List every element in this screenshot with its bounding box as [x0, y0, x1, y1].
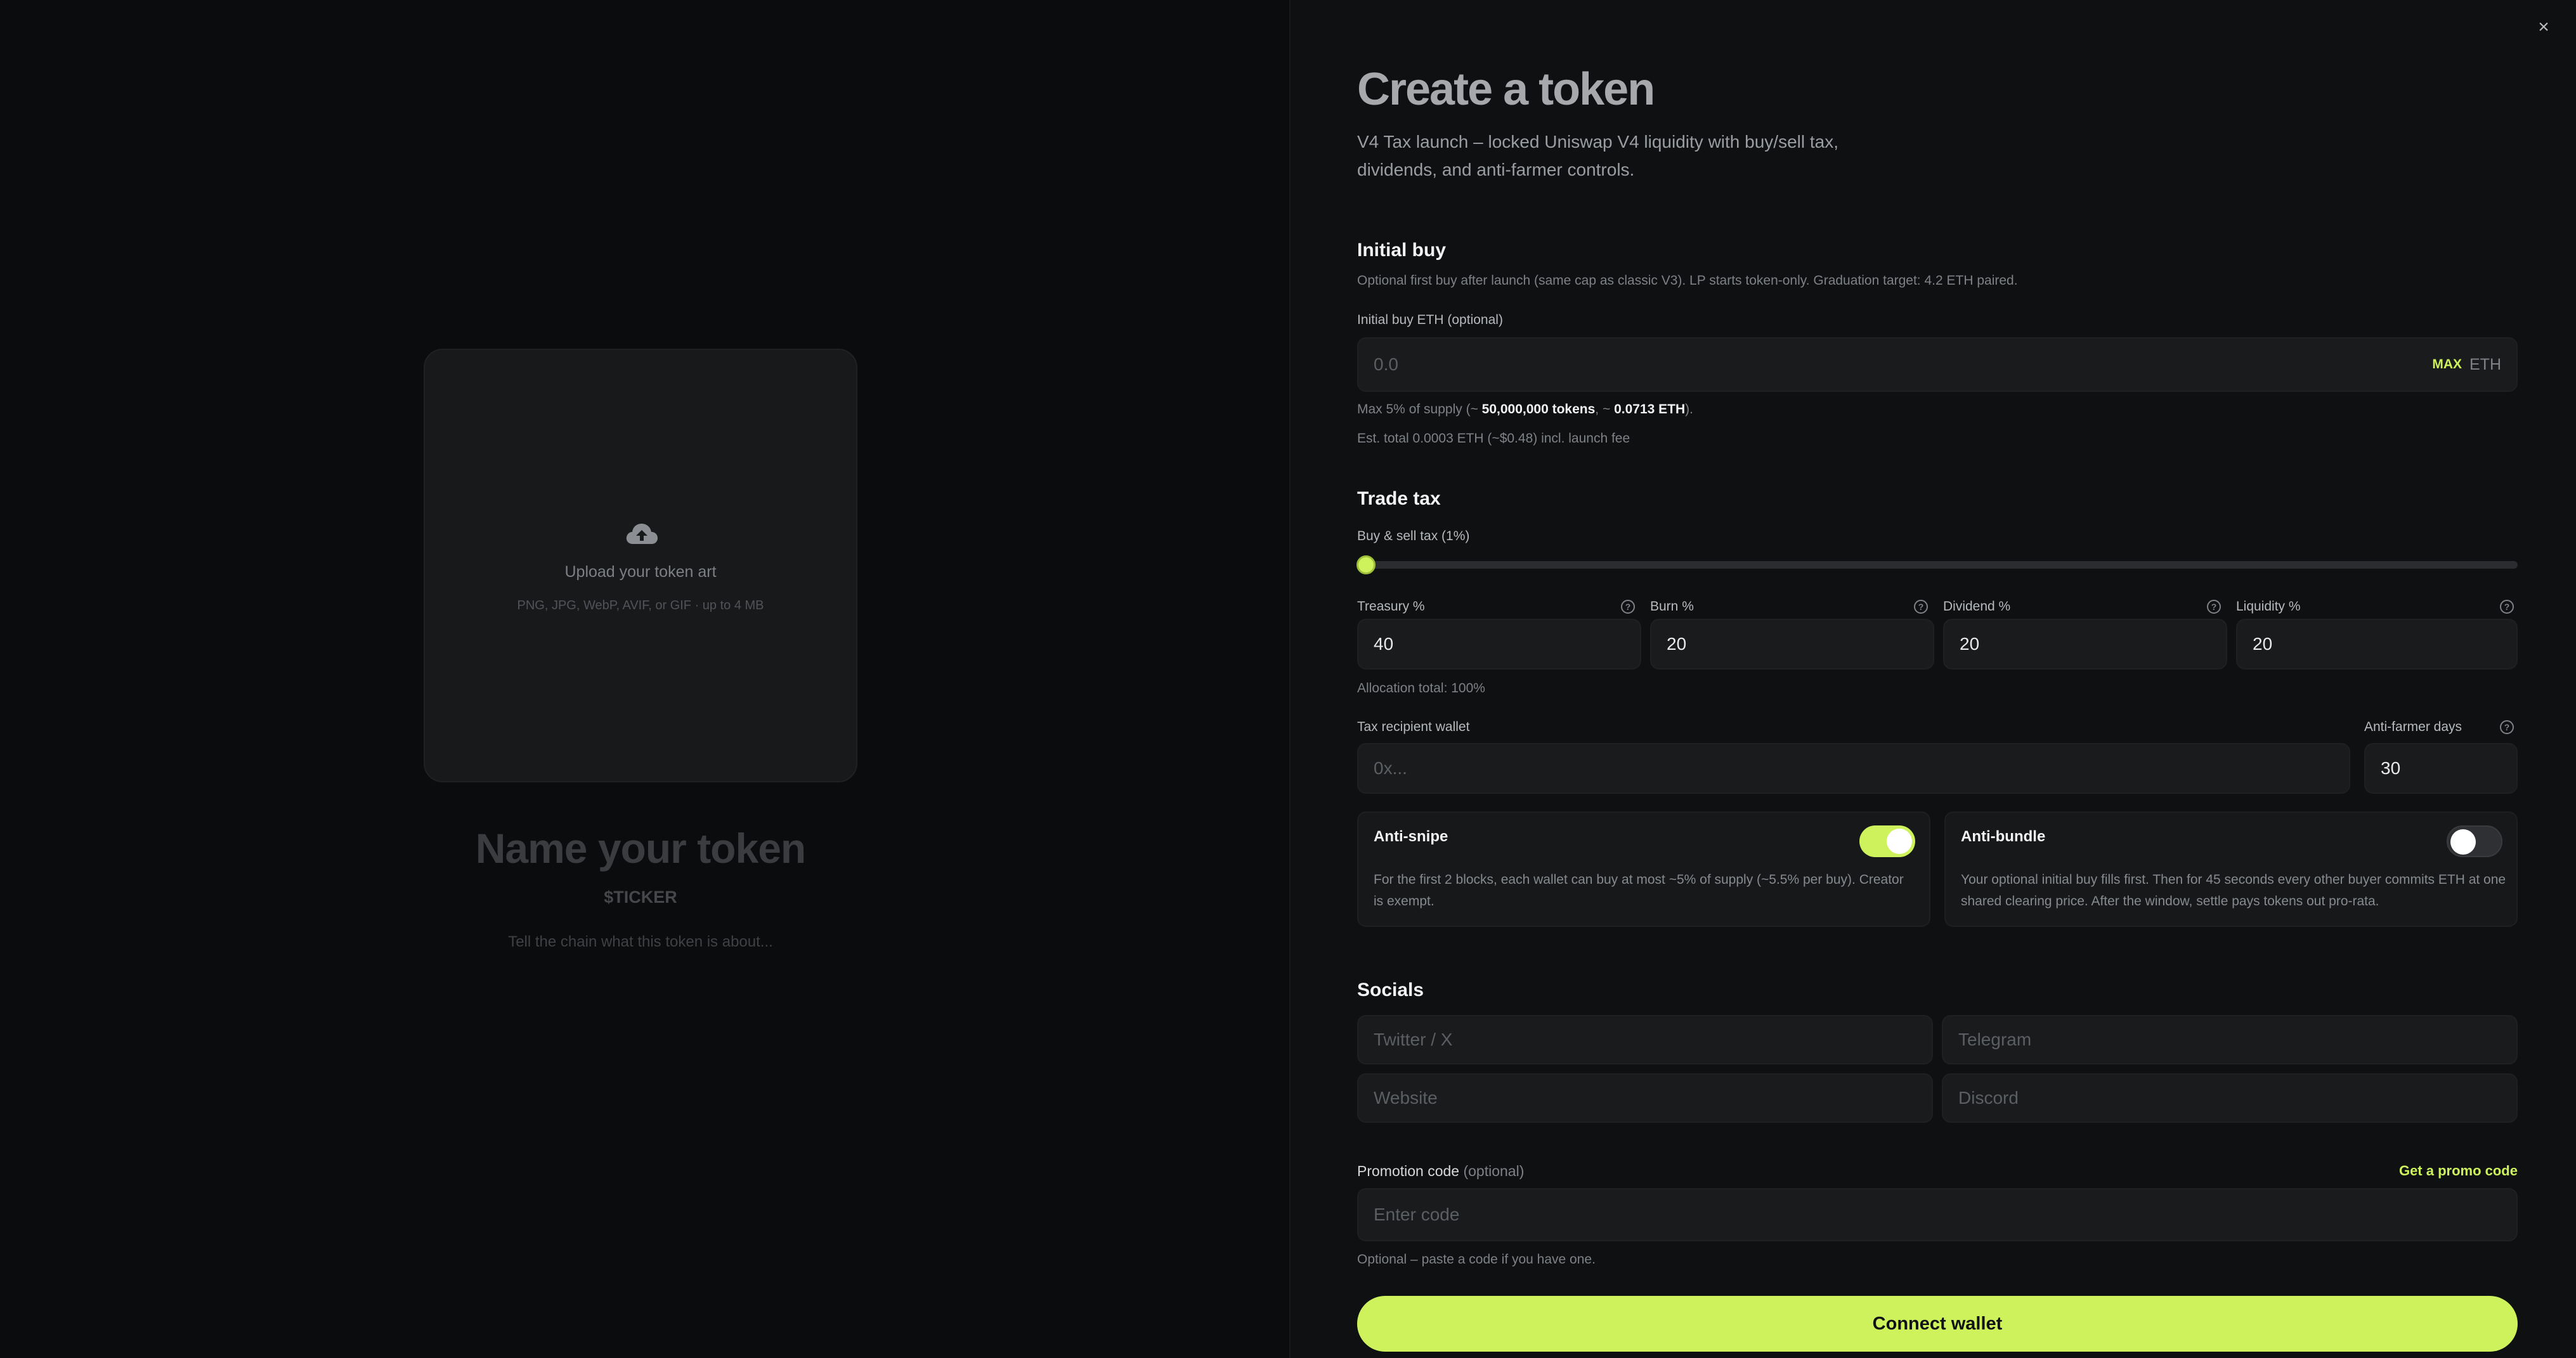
- burn-label: Burn %: [1650, 599, 1694, 614]
- toggle-knob: [2450, 829, 2476, 855]
- wallet-placeholder: 0x...: [1374, 758, 1407, 778]
- liquidity-input[interactable]: 20: [2236, 619, 2518, 669]
- discord-input[interactable]: Discord: [1942, 1073, 2518, 1123]
- cap-suffix: ).: [1685, 402, 1693, 417]
- page-intro: V4 Tax launch – locked Uniswap V4 liquid…: [1357, 132, 1838, 179]
- initial-buy-description: Optional first buy after launch (same ca…: [1357, 273, 2018, 288]
- burn-input[interactable]: 20: [1650, 619, 1934, 669]
- socials-title: Socials: [1357, 980, 1424, 1000]
- tax-slider-track[interactable]: [1357, 561, 2518, 569]
- question-circle-icon[interactable]: ?: [2500, 600, 2514, 614]
- discord-placeholder: Discord: [1958, 1088, 2019, 1108]
- cap-eth: 0.0713 ETH: [1614, 402, 1686, 417]
- initial-buy-label: Initial buy ETH (optional): [1357, 313, 1503, 327]
- max-button[interactable]: MAX: [2432, 357, 2462, 372]
- promo-label: Promotion code (optional): [1357, 1163, 1524, 1180]
- question-circle-icon[interactable]: ?: [2500, 720, 2514, 734]
- question-circle-icon[interactable]: ?: [1914, 600, 1928, 614]
- tax-slider-label: Buy & sell tax (1%): [1357, 529, 1470, 543]
- website-input[interactable]: Website: [1357, 1073, 1933, 1123]
- upload-formats: PNG, JPG, WebP, AVIF, or GIF · up to 4 M…: [517, 598, 764, 612]
- connect-wallet-button[interactable]: Connect wallet: [1357, 1296, 2518, 1352]
- wallet-label: Tax recipient wallet: [1357, 720, 1470, 734]
- wallet-input[interactable]: 0x...: [1357, 743, 2350, 794]
- eth-unit: ETH: [2469, 355, 2501, 373]
- allocation-total: Allocation total: 100%: [1357, 681, 1485, 695]
- promo-code-input[interactable]: Enter code: [1357, 1188, 2518, 1241]
- promo-label-suffix: (optional): [1463, 1163, 1525, 1179]
- token-preview-pane: Upload your token art PNG, JPG, WebP, AV…: [0, 0, 1289, 1358]
- page-title: Create a token: [1357, 64, 1655, 115]
- token-description-placeholder[interactable]: Tell the chain what this token is about.…: [424, 933, 857, 951]
- anti-bundle-card: Anti-bundle Your optional initial buy fi…: [1944, 812, 2518, 927]
- cloud-upload-icon: [626, 524, 658, 544]
- anti-farmer-days-input[interactable]: 30: [2364, 743, 2518, 794]
- initial-buy-estimate: Est. total 0.0003 ETH (~$0.48) incl. lau…: [1357, 431, 1630, 446]
- promo-placeholder: Enter code: [1374, 1205, 1460, 1224]
- twitter-placeholder: Twitter / X: [1374, 1030, 1453, 1049]
- treasury-input[interactable]: 40: [1357, 619, 1641, 669]
- cap-prefix: Max 5% of supply (~: [1357, 402, 1482, 417]
- telegram-input[interactable]: Telegram: [1942, 1015, 2518, 1064]
- token-art-upload[interactable]: Upload your token art PNG, JPG, WebP, AV…: [424, 349, 857, 782]
- anti-bundle-toggle[interactable]: [2447, 825, 2502, 857]
- anti-snipe-title: Anti-snipe: [1374, 828, 1448, 845]
- question-circle-icon[interactable]: ?: [2207, 600, 2221, 614]
- liquidity-label: Liquidity %: [2236, 599, 2301, 614]
- website-placeholder: Website: [1374, 1088, 1438, 1108]
- anti-farmer-label: Anti-farmer days: [2364, 720, 2462, 734]
- create-token-panel: × Create a token V4 Tax launch – locked …: [1289, 0, 2576, 1358]
- tax-slider-thumb[interactable]: [1356, 555, 1376, 574]
- anti-snipe-body: For the first 2 blocks, each wallet can …: [1374, 872, 1904, 909]
- anti-bundle-body: Your optional initial buy fills first. T…: [1961, 872, 2506, 909]
- anti-bundle-title: Anti-bundle: [1961, 828, 2046, 845]
- trade-tax-title: Trade tax: [1357, 488, 1441, 509]
- dividend-label: Dividend %: [1943, 599, 2011, 614]
- initial-buy-placeholder: 0.0: [1374, 354, 1398, 374]
- close-icon[interactable]: ×: [2534, 18, 2553, 37]
- twitter-input[interactable]: Twitter / X: [1357, 1015, 1933, 1064]
- initial-buy-cap: Max 5% of supply (~ 50,000,000 tokens, ~…: [1357, 402, 1693, 417]
- toggle-knob: [1887, 829, 1912, 854]
- anti-snipe-card: Anti-snipe For the first 2 blocks, each …: [1357, 812, 1930, 927]
- initial-buy-input[interactable]: 0.0 MAX ETH: [1357, 337, 2518, 392]
- dividend-input[interactable]: 20: [1943, 619, 2227, 669]
- get-promo-link[interactable]: Get a promo code: [2399, 1163, 2518, 1179]
- promo-label-text: Promotion code: [1357, 1163, 1460, 1179]
- telegram-placeholder: Telegram: [1958, 1030, 2032, 1049]
- cap-mid: , ~: [1595, 402, 1615, 417]
- question-circle-icon[interactable]: ?: [1621, 600, 1635, 614]
- promo-hint: Optional – paste a code if you have one.: [1357, 1252, 1596, 1267]
- treasury-label: Treasury %: [1357, 599, 1425, 614]
- token-name-placeholder[interactable]: Name your token: [424, 824, 857, 872]
- initial-buy-title: Initial buy: [1357, 240, 1447, 261]
- token-ticker-placeholder[interactable]: $TICKER: [424, 888, 857, 907]
- upload-title: Upload your token art: [564, 563, 717, 581]
- cap-tokens: 50,000,000 tokens: [1481, 402, 1596, 417]
- anti-snipe-toggle[interactable]: [1859, 825, 1915, 857]
